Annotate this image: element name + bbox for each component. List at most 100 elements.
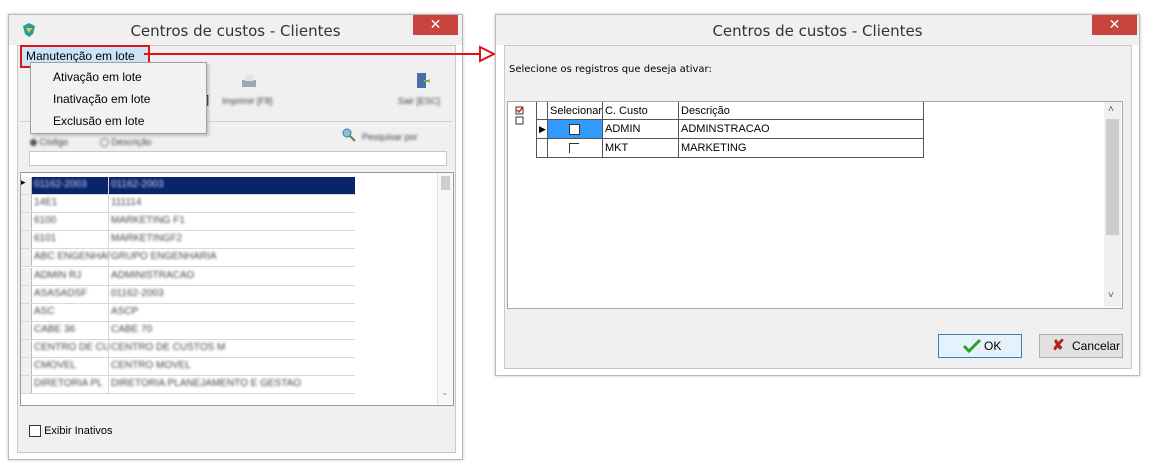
left-grid-cell-descricao: 01162-2003 <box>111 287 164 299</box>
radio-codigo[interactable]: Código <box>30 137 68 147</box>
row-indicator <box>21 267 32 285</box>
left-grid-row[interactable]: 14E1 111114 <box>21 195 355 214</box>
search-icon[interactable] <box>342 128 356 145</box>
left-grid-cell-codigo: CMOVEL <box>34 360 77 371</box>
row-2-indicator <box>536 139 548 158</box>
left-scroll-down-icon[interactable]: ⌄ <box>441 387 449 398</box>
left-grid-cell-descricao: CENTRO DE CUSTOS M <box>111 341 226 353</box>
left-grid-row[interactable]: CMOVEL CENTRO MOVEL <box>21 358 355 376</box>
row-indicator <box>21 285 32 303</box>
row-1-descricao: ADMINSTRACAO <box>679 120 924 139</box>
left-grid-row[interactable]: ABC ENGENHARIAGRUPO ENGENHARIA <box>21 249 355 268</box>
left-grid-row[interactable]: 6101 MARKETINGF2 <box>21 231 355 250</box>
scroll-thumb[interactable] <box>1106 119 1119 235</box>
row-indicator <box>21 213 32 231</box>
exit-button-label[interactable]: Sair [ESC] <box>398 96 440 106</box>
ok-label: OK <box>984 339 1002 353</box>
header-descricao[interactable]: Descrição <box>679 102 924 120</box>
dropdown-menu: Ativação em lote Inativação em lote Excl… <box>30 62 207 134</box>
row-indicator <box>21 376 32 394</box>
exibir-inativos-box[interactable] <box>29 425 41 438</box>
row-indicator <box>21 195 32 213</box>
exibir-inativos-checkbox[interactable]: Exibir Inativos <box>29 425 113 438</box>
left-grid-cell-descricao: ASCP <box>111 305 139 317</box>
column-separator <box>108 303 109 321</box>
row-1-select-cell[interactable] <box>548 120 603 139</box>
left-grid-cell-descricao: ADMINISTRACAO <box>111 269 195 281</box>
left-grid-row[interactable]: CABE 36 CABE 70 <box>21 321 355 340</box>
menu-item-inativacao[interactable]: Inativação em lote <box>53 92 150 106</box>
print-icon[interactable] <box>240 74 258 93</box>
row-indicator <box>21 249 32 267</box>
radio-codigo-label: Código <box>39 137 69 147</box>
row-indicator <box>21 231 32 249</box>
left-grid-row[interactable]: CENTRO DE CUSTOSCENTRO DE CUSTOS M <box>21 339 355 358</box>
scroll-down-icon[interactable]: ˅ <box>1108 290 1114 301</box>
left-grid-scrollbar[interactable]: ⌄ <box>437 173 453 404</box>
print-button-label[interactable]: Imprimir [F8] <box>222 96 273 106</box>
right-close-button[interactable]: ✕ <box>1092 15 1137 35</box>
column-separator <box>108 321 109 339</box>
ok-button[interactable]: OK <box>938 334 1022 358</box>
menu-item-exclusao[interactable]: Exclusão em lote <box>53 114 144 128</box>
left-grid-cell-codigo: 14E1 <box>34 197 58 209</box>
left-grid-row[interactable]: 6100 MARKETING F1 <box>21 213 355 232</box>
left-scroll-thumb[interactable] <box>441 176 450 190</box>
row-2-checkbox[interactable] <box>569 143 579 153</box>
row-indicator <box>21 358 32 375</box>
check-icon <box>962 338 982 361</box>
scroll-up-icon[interactable]: ˄ <box>1108 104 1114 115</box>
row-indicator <box>21 339 32 357</box>
left-grid-cell-descricao: DIRETORIA PLANEJAMENTO E GESTAO <box>111 378 302 390</box>
header-selecionar[interactable]: Selecionar <box>548 102 603 120</box>
row-2-select-cell[interactable] <box>548 139 603 158</box>
left-grid-cell-codigo: ASASADSF <box>34 287 88 299</box>
instruction-text: Selecione os registros que deseja ativar… <box>509 64 712 75</box>
row-1-checkbox[interactable] <box>569 124 580 135</box>
column-separator <box>108 195 109 213</box>
left-grid-cell-descricao: 111114 <box>111 197 142 209</box>
left-grid-row[interactable]: ▸ 01162-2003 01162-2003 <box>21 177 355 195</box>
row-indicator <box>21 303 32 321</box>
exit-icon[interactable] <box>416 72 430 93</box>
select-all-icon[interactable] <box>515 106 525 129</box>
left-grid-cell-descricao: CENTRO MOVEL <box>111 360 192 371</box>
row-2-codigo: MKT <box>603 139 679 158</box>
left-grid-cell-codigo: ABC ENGENHARIA <box>34 251 110 263</box>
exibir-inativos-label: Exibir Inativos <box>44 425 113 438</box>
row-1-codigo: ADMIN <box>603 120 679 139</box>
column-separator <box>108 177 109 194</box>
left-window-title: Centros de custos - Clientes <box>130 22 341 40</box>
left-grid-row[interactable]: ASC ASCP <box>21 303 355 322</box>
column-separator <box>108 231 109 249</box>
left-grid-row[interactable]: ADMIN RJ ADMINISTRACAO <box>21 267 355 286</box>
left-grid-cell-codigo: 6100 <box>34 215 57 227</box>
left-grid-row[interactable]: DIRETORIA PL DIRETORIA PLANEJAMENTO E GES… <box>21 376 355 395</box>
column-separator <box>108 213 109 231</box>
left-grid-cell-descricao: MARKETINGF2 <box>111 233 183 245</box>
column-separator <box>108 285 109 303</box>
left-grid-cell-codigo: DIRETORIA PL <box>34 378 103 390</box>
menu-item-ativacao[interactable]: Ativação em lote <box>53 70 142 84</box>
search-input[interactable] <box>29 151 447 166</box>
right-window-title: Centros de custos - Clientes <box>712 22 923 40</box>
selection-grid: Selecionar C. Custo Descrição ▶ ADMIN AD… <box>507 101 1123 309</box>
column-separator <box>108 249 109 267</box>
cancel-label: Cancelar <box>1072 339 1121 353</box>
cancel-button[interactable]: ✘ Cancelar <box>1039 334 1123 358</box>
search-button-label[interactable]: Pesquisar por <box>362 132 418 142</box>
left-grid-cell-descricao: 01162-2003 <box>111 179 164 190</box>
left-grid-cell-descricao: CABE 70 <box>111 323 153 335</box>
selection-grid-scrollbar[interactable]: ˄ ˅ <box>1104 102 1121 307</box>
row-indicator <box>21 321 32 339</box>
header-c-custo[interactable]: C. Custo <box>603 102 679 120</box>
annotation-arrow <box>144 45 496 63</box>
left-grid-cell-descricao: GRUPO ENGENHARIA <box>111 251 217 263</box>
left-close-button[interactable]: ✕ <box>413 15 458 35</box>
left-grid-cell-codigo: 01162-2003 <box>34 179 87 190</box>
row-2-descricao: MARKETING <box>679 139 924 158</box>
radio-descricao[interactable]: Descrição <box>100 137 152 148</box>
left-grid-row[interactable]: ASASADSF 01162-2003 <box>21 285 355 304</box>
left-grid-cell-descricao: MARKETING F1 <box>111 215 185 227</box>
radio-descricao-label: Descrição <box>111 137 152 147</box>
